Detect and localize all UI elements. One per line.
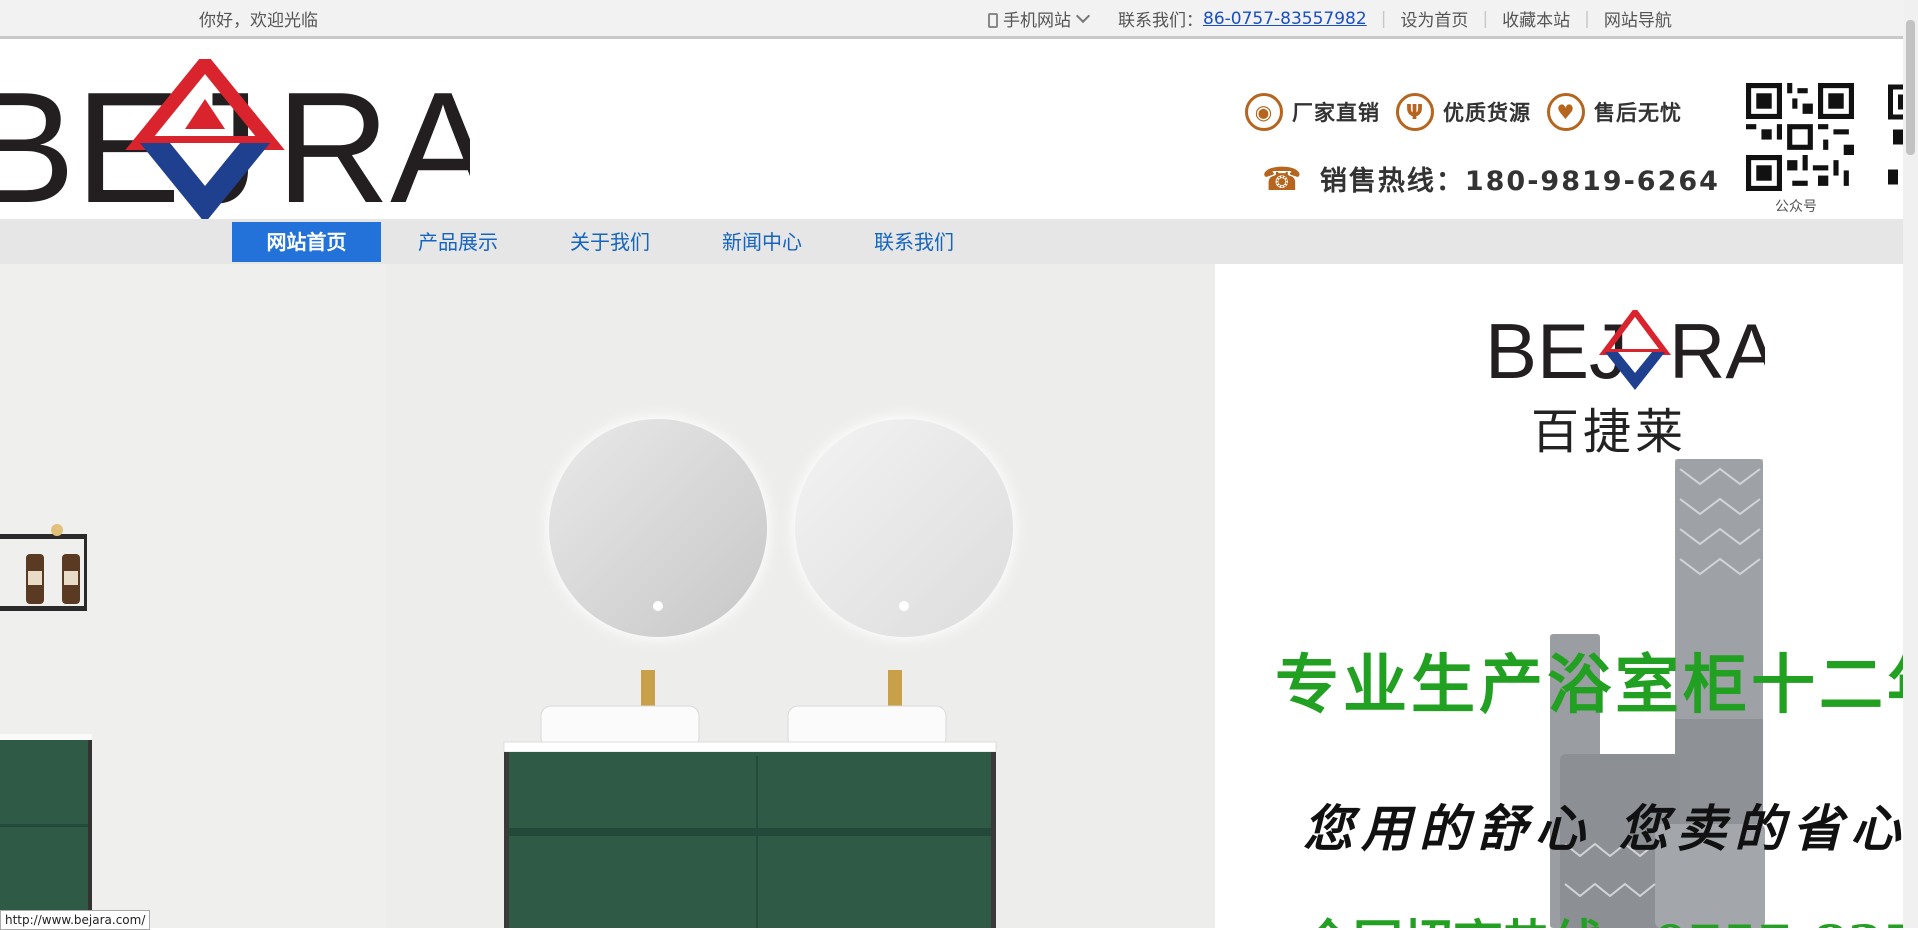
vanity-image: [386, 264, 1215, 928]
promo-headline: 专业生产浴室柜十二年: [1275, 648, 1903, 723]
badge-after-sales: ♥ 售后无忧: [1547, 93, 1682, 131]
banner-photo-middle: [386, 264, 1215, 928]
globe-icon: ◉: [1245, 93, 1283, 131]
svg-text:RA: RA: [1669, 310, 1765, 390]
welcome-text: 你好，欢迎光临: [199, 11, 318, 31]
qr-label: 公众号: [1775, 199, 1817, 215]
promo-hotline: 全国招商热线：0757-83557982: [1303, 904, 1903, 928]
brand-chinese-name: 百捷莱: [1531, 404, 1688, 460]
banner-logo: BEJ RA: [1485, 310, 1765, 390]
contact-phone-link[interactable]: 86-0757-83557982: [1203, 9, 1367, 29]
promo-slogan: 您用的舒心 您卖的省心: [1303, 799, 1903, 858]
main-nav: 网站首页 产品展示 关于我们 新闻中心 联系我们: [0, 219, 1903, 264]
divider: |: [1380, 8, 1387, 29]
sales-hotline: ☎ 销售热线：180-9819-6264: [1262, 159, 1720, 198]
banner-promo: BEJ RA 百捷莱 专业生产浴室柜十二年 您用的舒心 您卖的省心 全国招商热线…: [1215, 264, 1903, 928]
badge-direct-sales: ◉ 厂家直销: [1245, 93, 1380, 131]
nav-item-about[interactable]: 关于我们: [542, 222, 678, 262]
hero-banner[interactable]: BEJ RA 百捷莱 专业生产浴室柜十二年 您用的舒心 您卖的省心 全国招商热线…: [0, 264, 1903, 928]
logo-text-right: RA: [276, 60, 470, 229]
service-badges: ◉ 厂家直销 Ψ 优质货源 ♥ 售后无忧: [1245, 93, 1698, 131]
nav-item-home[interactable]: 网站首页: [232, 222, 381, 262]
site-header: BEJ RA ◉ 厂家直销 Ψ 优质货源 ♥ 售后无忧 ☎ 销售热线：180-9…: [0, 39, 1918, 229]
link-status-bar: http://www.bejara.com/: [0, 910, 151, 930]
goblet-icon: Ψ: [1396, 93, 1434, 131]
top-bar: 你好，欢迎光临 手机网站 联系我们： 86-0757-83557982 | 设为…: [0, 0, 1903, 39]
badge-label: 售后无忧: [1594, 101, 1682, 125]
scrollbar-thumb[interactable]: [1906, 20, 1915, 155]
set-home-link[interactable]: 设为首页: [1400, 6, 1468, 31]
site-nav-link[interactable]: 网站导航: [1604, 6, 1672, 31]
bathroom-shelf-image: [0, 264, 386, 928]
badge-quality: Ψ 优质货源: [1396, 93, 1531, 131]
badge-label: 厂家直销: [1292, 101, 1380, 125]
chevron-down-icon: [1075, 8, 1091, 23]
nav-item-news[interactable]: 新闻中心: [694, 222, 830, 262]
banner-photo-left: [0, 264, 386, 928]
page-scrollbar[interactable]: [1903, 0, 1918, 928]
mobile-site-label: 手机网站: [1003, 11, 1071, 31]
nav-item-contact[interactable]: 联系我们: [846, 222, 982, 262]
divider: |: [1584, 8, 1590, 29]
divider: |: [1482, 8, 1489, 29]
contact-label: 联系我们：: [1118, 11, 1203, 31]
top-links: 手机网站 联系我们： 86-0757-83557982 | 设为首页 | 收藏本…: [988, 6, 1672, 31]
bookmark-link[interactable]: 收藏本站: [1502, 6, 1570, 31]
badge-label: 优质货源: [1443, 101, 1531, 125]
hotline-text: 销售热线：180-9819-6264: [1319, 166, 1720, 197]
nav-item-products[interactable]: 产品展示: [390, 222, 526, 262]
mobile-site-link[interactable]: 手机网站: [988, 6, 1091, 31]
site-logo[interactable]: BEJ RA: [0, 59, 470, 229]
mobile-phone-icon: [988, 13, 998, 28]
qr-code-icon: [1746, 83, 1854, 191]
heart-icon: ♥: [1547, 93, 1585, 131]
telephone-icon: ☎: [1262, 159, 1304, 198]
